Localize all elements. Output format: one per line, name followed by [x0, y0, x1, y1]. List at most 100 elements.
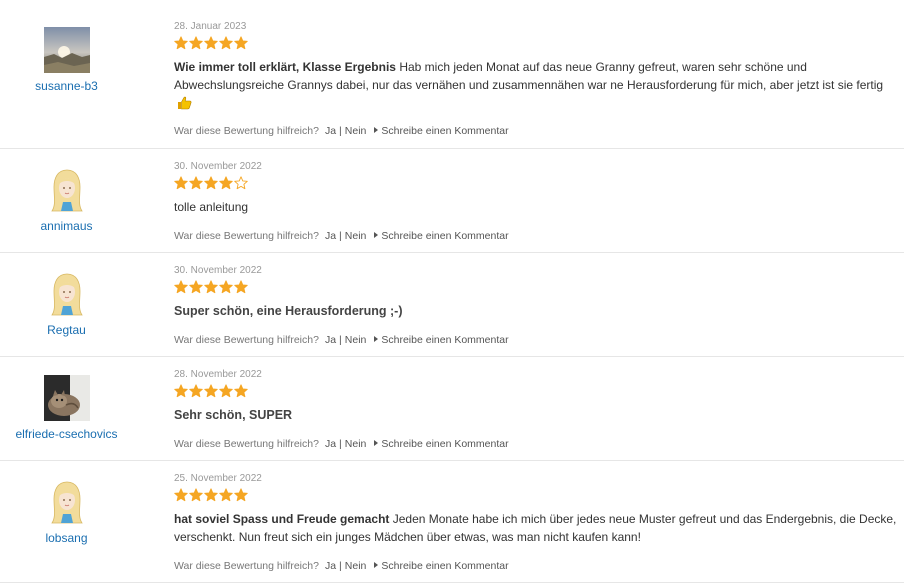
helpful-separator: |	[339, 334, 342, 346]
review-text: Super schön, eine Herausforderung ;-)	[174, 302, 899, 320]
write-comment-link[interactable]: Schreibe einen Kommentar	[374, 438, 509, 450]
write-comment-label: Schreibe einen Kommentar	[381, 438, 509, 450]
star-filled-icon	[189, 176, 203, 190]
write-comment-label: Schreibe einen Kommentar	[381, 560, 509, 572]
helpful-separator: |	[339, 560, 342, 572]
username-link[interactable]: elfriede-csechovics	[0, 427, 133, 441]
username-link[interactable]: lobsang	[0, 531, 133, 545]
star-filled-icon	[189, 36, 203, 50]
helpful-yes-link[interactable]: Ja	[325, 230, 336, 242]
username-link[interactable]: susanne-b3	[0, 79, 133, 93]
helpful-no-link[interactable]: Nein	[345, 560, 367, 572]
helpful-no-link[interactable]: Nein	[345, 334, 367, 346]
review-content: 25. November 2022 hat soviel Spass und F…	[174, 473, 899, 546]
star-rating	[174, 176, 899, 191]
review-date: 25. November 2022	[174, 473, 262, 484]
helpful-bar: War diese Bewertung hilfreich? Ja | Nein Sch…	[174, 438, 509, 450]
helpful-bar: War diese Bewertung hilfreich? Ja | Nein Sch…	[174, 560, 509, 572]
star-filled-icon	[174, 384, 188, 398]
review-text: hat soviel Spass und Freude gemacht Jede…	[174, 510, 899, 546]
write-comment-link[interactable]: Schreibe einen Kommentar	[374, 334, 509, 346]
star-filled-icon	[219, 280, 233, 294]
helpful-question: War diese Bewertung hilfreich?	[174, 334, 319, 346]
star-filled-icon	[234, 280, 248, 294]
review-title: Super schön, eine Herausforderung ;-)	[174, 304, 403, 318]
star-filled-icon	[174, 280, 188, 294]
default-blonde-avatar[interactable]	[44, 479, 90, 525]
review-text: Wie immer toll erklärt, Klasse Ergebnis …	[174, 58, 899, 112]
landscape-photo-avatar[interactable]	[43, 27, 90, 73]
star-filled-icon	[219, 36, 233, 50]
helpful-question: War diese Bewertung hilfreich?	[174, 230, 319, 242]
star-filled-icon	[189, 384, 203, 398]
review-item: lobsang 25. November 2022 hat soviel Spa…	[0, 461, 904, 583]
review-date: 28. November 2022	[174, 369, 262, 380]
review-date: 28. Januar 2023	[174, 21, 247, 32]
star-filled-icon	[204, 280, 218, 294]
star-filled-icon	[174, 488, 188, 502]
helpful-bar: War diese Bewertung hilfreich? Ja | Nein Sch…	[174, 230, 509, 242]
username-link[interactable]: annimaus	[0, 219, 133, 233]
review-item: elfriede-csechovics 28. November 2022 Se…	[0, 357, 904, 461]
helpful-yes-link[interactable]: Ja	[325, 334, 336, 346]
helpful-yes-link[interactable]: Ja	[325, 438, 336, 450]
review-content: 30. November 2022 Super schön, eine Hera…	[174, 265, 899, 320]
write-comment-label: Schreibe einen Kommentar	[381, 125, 509, 137]
helpful-yes-link[interactable]: Ja	[325, 560, 336, 572]
helpful-no-link[interactable]: Nein	[345, 125, 367, 137]
helpful-bar: War diese Bewertung hilfreich? Ja | Nein Sch…	[174, 125, 509, 137]
star-filled-icon	[174, 36, 188, 50]
star-filled-icon	[189, 280, 203, 294]
write-comment-link[interactable]: Schreibe einen Kommentar	[374, 560, 509, 572]
review-title: hat soviel Spass und Freude gemacht	[174, 512, 390, 526]
helpful-separator: |	[339, 438, 342, 450]
star-rating	[174, 488, 899, 503]
review-content: 28. Januar 2023 Wie immer toll erklärt, …	[174, 21, 899, 112]
review-author: Regtau	[0, 271, 133, 337]
helpful-separator: |	[339, 125, 342, 137]
username-link[interactable]: Regtau	[0, 323, 133, 337]
write-comment-link[interactable]: Schreibe einen Kommentar	[374, 125, 509, 137]
caret-right-icon	[374, 127, 379, 133]
helpful-question: War diese Bewertung hilfreich?	[174, 125, 319, 137]
star-rating	[174, 280, 899, 295]
default-blonde-avatar[interactable]	[44, 167, 90, 213]
default-blonde-avatar[interactable]	[44, 271, 90, 317]
review-item: susanne-b3 28. Januar 2023 Wie immer tol…	[0, 0, 904, 149]
caret-right-icon	[374, 440, 379, 446]
review-content: 28. November 2022 Sehr schön, SUPER	[174, 369, 899, 424]
star-filled-icon	[234, 488, 248, 502]
review-title: Wie immer toll erklärt, Klasse Ergebnis	[174, 60, 396, 74]
write-comment-label: Schreibe einen Kommentar	[381, 230, 509, 242]
review-title: Sehr schön, SUPER	[174, 408, 293, 422]
review-author: lobsang	[0, 479, 133, 545]
star-filled-icon	[174, 176, 188, 190]
star-rating	[174, 36, 899, 51]
caret-right-icon	[374, 232, 379, 238]
star-empty-icon	[234, 176, 248, 190]
cat-photo-avatar[interactable]	[43, 375, 90, 421]
write-comment-link[interactable]: Schreibe einen Kommentar	[374, 230, 509, 242]
write-comment-label: Schreibe einen Kommentar	[381, 334, 509, 346]
review-item: Regtau 30. November 2022 Super schön, ei…	[0, 253, 904, 357]
caret-right-icon	[374, 336, 379, 342]
helpful-separator: |	[339, 230, 342, 242]
helpful-no-link[interactable]: Nein	[345, 438, 367, 450]
star-filled-icon	[234, 384, 248, 398]
thumbs-up-icon	[178, 96, 192, 110]
helpful-question: War diese Bewertung hilfreich?	[174, 438, 319, 450]
review-text: Sehr schön, SUPER	[174, 406, 899, 424]
review-author: susanne-b3	[0, 27, 133, 93]
star-rating	[174, 384, 899, 399]
review-content: 30. November 2022 tolle anleitung	[174, 161, 899, 216]
star-filled-icon	[204, 488, 218, 502]
star-filled-icon	[234, 36, 248, 50]
review-date: 30. November 2022	[174, 161, 262, 172]
helpful-yes-link[interactable]: Ja	[325, 125, 336, 137]
review-author: annimaus	[0, 167, 133, 233]
review-text: tolle anleitung	[174, 198, 899, 216]
star-filled-icon	[219, 384, 233, 398]
helpful-no-link[interactable]: Nein	[345, 230, 367, 242]
review-author: elfriede-csechovics	[0, 375, 133, 441]
review-item: annimaus 30. November 2022 tolle anleitu…	[0, 149, 904, 253]
